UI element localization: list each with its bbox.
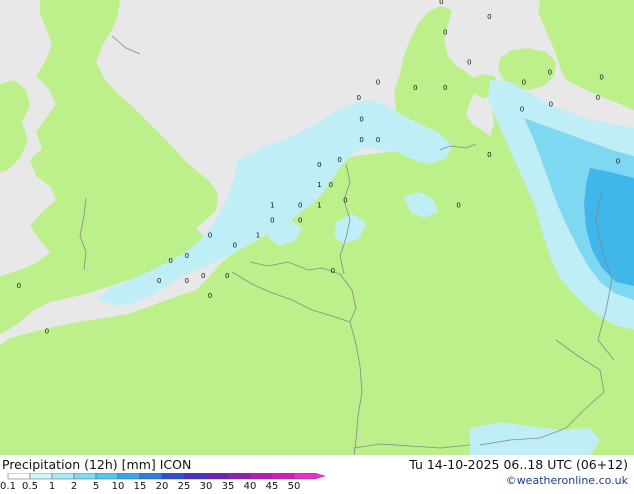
cell-value-label: 0 [359,116,363,124]
legend-swatch [7,472,31,480]
footer-bar: Precipitation (12h) [mm] ICON Tu 14-10-2… [0,455,634,492]
cell-value-label: 0 [357,94,361,102]
legend-swatch [29,472,53,480]
legend-tick-label: 0.5 [22,481,38,490]
legend-swatch [183,472,207,480]
cell-value-label: 0 [548,69,552,77]
cell-value-label: 0 [225,272,229,280]
map-title: Precipitation (12h) [mm] ICON [2,457,192,472]
legend-tick-label: 10 [112,481,125,490]
validity-time: Tu 14-10-2025 06..18 UTC (06+12) [409,457,628,472]
cell-value-label: 0 [329,181,333,189]
site-credit[interactable]: ©weatheronline.co.uk [506,474,628,487]
legend-swatch [271,472,295,480]
cell-value-label: 1 [317,181,321,189]
legend-tick-label: 35 [222,481,235,490]
cell-value-label: 0 [522,79,526,87]
cell-value-label: 0 [298,201,302,209]
cell-value-label: 0 [487,151,491,159]
cell-value-label: 0 [616,158,620,166]
cell-value-label: 0 [270,217,274,225]
legend-tick-label: 1 [49,481,55,490]
cell-value-label: 0 [467,59,471,67]
cell-value-label: 0 [359,136,363,144]
legend-scale: 0.1 0.5 1 2 5 10 15 20 25 30 35 40 45 50 [0,472,326,492]
legend-tick-label: 30 [200,481,213,490]
cell-value-label: 1 [270,201,274,209]
legend-swatch [161,472,185,480]
cell-value-label: 0 [443,28,447,36]
legend-swatch [117,472,141,480]
cell-value-label: 0 [596,94,600,102]
cell-value-label: 0 [233,242,237,250]
legend-tick-label: 0.1 [0,481,16,490]
legend-swatch [95,472,119,480]
cell-value-label: 0 [413,84,417,92]
cell-value-label: 0 [208,292,212,300]
legend-tick-label: 50 [288,481,301,490]
cell-value-label: 0 [376,79,380,87]
cell-value-label: 0 [185,277,189,285]
legend-tick-label: 20 [156,481,169,490]
cell-value-label: 1 [317,201,321,209]
legend-arrow [316,473,326,479]
legend-swatch [51,472,75,480]
legend-swatch [227,472,251,480]
cell-value-label: 0 [487,13,491,21]
cell-value-label: 0 [376,136,380,144]
cell-value-label: 0 [439,0,443,6]
map-canvas: 0000000000000000000110100010000000000000… [0,0,634,455]
cell-value-label: 0 [343,196,347,204]
cell-value-label: 0 [201,272,205,280]
legend-tick-label: 2 [71,481,77,490]
legend-tick-label: 15 [134,481,147,490]
cell-value-label: 0 [317,161,321,169]
legend-swatch [293,472,317,480]
legend-swatch [139,472,163,480]
legend-swatch [73,472,97,480]
legend-swatch [249,472,273,480]
cell-value-label: 0 [298,217,302,225]
legend-tick-label: 45 [266,481,279,490]
color-legend: 0.1 0.5 1 2 5 10 15 20 25 30 35 40 45 50 [0,472,340,494]
legend-tick-label: 40 [244,481,257,490]
legend-swatch [205,472,229,480]
cell-value-label: 0 [157,277,161,285]
cell-value-label: 1 [256,232,260,240]
cell-value-label: 0 [599,74,603,82]
cell-value-label: 0 [456,201,460,209]
cell-value-label: 0 [337,156,341,164]
cell-value-label: 0 [331,267,335,275]
cell-value-label: 0 [520,106,524,114]
cell-value-label: 0 [185,252,189,260]
cell-value-label: 0 [208,232,212,240]
cell-value-label: 0 [549,101,553,109]
cell-value-label: 0 [443,84,447,92]
legend-tick-label: 5 [93,481,99,490]
legend-tick-label: 25 [178,481,191,490]
cell-value-label: 0 [17,282,21,290]
precipitation-map: 0000000000000000000110100010000000000000… [0,0,634,455]
cell-value-label: 0 [168,257,172,265]
cell-value-label: 0 [45,327,49,335]
